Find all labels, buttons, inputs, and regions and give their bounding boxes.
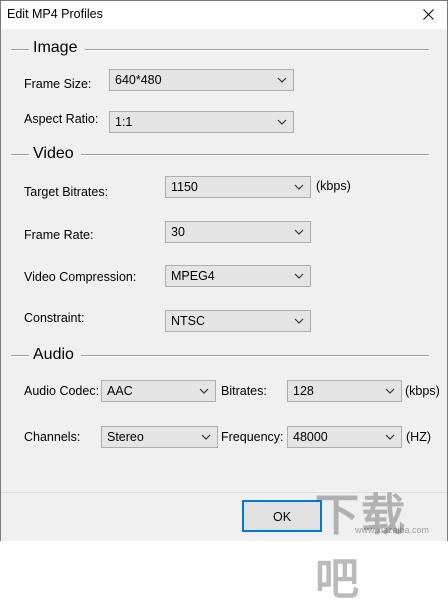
bitrates-label: Bitrates: (221, 384, 267, 398)
audio-codec-value: AAC (107, 384, 133, 398)
audio-codec-select[interactable]: AAC (101, 380, 216, 402)
chevron-down-icon (294, 229, 304, 235)
bitrates-value: 128 (293, 384, 314, 398)
watermark-text: 下载吧 (315, 491, 407, 604)
video-compression-select[interactable]: MPEG4 (165, 265, 311, 287)
channels-select[interactable]: Stereo (101, 426, 218, 448)
constraint-label: Constraint: (24, 311, 85, 325)
close-button[interactable] (411, 1, 447, 29)
watermark-url: www.xiazaiba.com (355, 525, 430, 535)
close-icon (423, 9, 434, 20)
title-bar: Edit MP4 Profiles (1, 1, 447, 29)
frequency-value: 48000 (293, 430, 328, 444)
target-bitrates-label: Target Bitrates: (24, 185, 109, 199)
target-bitrates-unit: (kbps) (316, 179, 351, 193)
frame-size-select[interactable]: 640*480 (109, 69, 294, 91)
video-divider-right (81, 154, 429, 156)
constraint-value: NTSC (171, 314, 206, 328)
frame-rate-value: 30 (171, 225, 185, 239)
audio-codec-label: Audio Codec: (24, 384, 100, 398)
target-bitrates-select[interactable]: 1150 (165, 176, 311, 198)
frequency-select[interactable]: 48000 (287, 426, 402, 448)
audio-divider-right (81, 355, 429, 357)
dialog-body (1, 29, 447, 492)
image-divider-left (11, 49, 29, 51)
chevron-down-icon (294, 184, 304, 190)
dialog-window: Edit MP4 Profiles Image Frame Size: 640*… (0, 0, 448, 604)
aspect-ratio-label: Aspect Ratio: (24, 112, 99, 126)
frame-rate-label: Frame Rate: (24, 228, 94, 242)
chevron-down-icon (385, 388, 395, 394)
image-divider-right (85, 49, 429, 51)
watermark-logo: 下载吧 www.xiazaiba.com (315, 479, 445, 604)
channels-label: Channels: (24, 430, 81, 444)
chevron-down-icon (201, 434, 211, 440)
frequency-unit: (HZ) (406, 430, 431, 444)
video-divider-left (11, 154, 29, 156)
bitrates-select[interactable]: 128 (287, 380, 402, 402)
frame-rate-select[interactable]: 30 (165, 221, 311, 243)
chevron-down-icon (199, 388, 209, 394)
constraint-select[interactable]: NTSC (165, 310, 311, 332)
aspect-ratio-value: 1:1 (115, 115, 133, 129)
aspect-ratio-select[interactable]: 1:1 (109, 111, 294, 133)
bitrates-unit: (kbps) (405, 384, 440, 398)
chevron-down-icon (294, 273, 304, 279)
chevron-down-icon (277, 77, 287, 83)
frame-size-value: 640*480 (115, 73, 162, 87)
channels-value: Stereo (107, 430, 144, 444)
window-title: Edit MP4 Profiles (7, 7, 103, 21)
chevron-down-icon (277, 119, 287, 125)
frame-size-label: Frame Size: (24, 77, 92, 91)
frequency-label: Frequency: (221, 430, 284, 444)
chevron-down-icon (385, 434, 395, 440)
video-compression-label: Video Compression: (24, 270, 137, 284)
video-compression-value: MPEG4 (171, 269, 215, 283)
audio-heading: Audio (33, 346, 74, 363)
image-heading: Image (33, 39, 78, 56)
audio-divider-left (11, 355, 29, 357)
target-bitrates-value: 1150 (171, 180, 198, 194)
chevron-down-icon (294, 318, 304, 324)
ok-button-label: OK (272, 510, 292, 524)
ok-button[interactable]: OK (242, 500, 322, 532)
video-heading: Video (33, 145, 74, 162)
